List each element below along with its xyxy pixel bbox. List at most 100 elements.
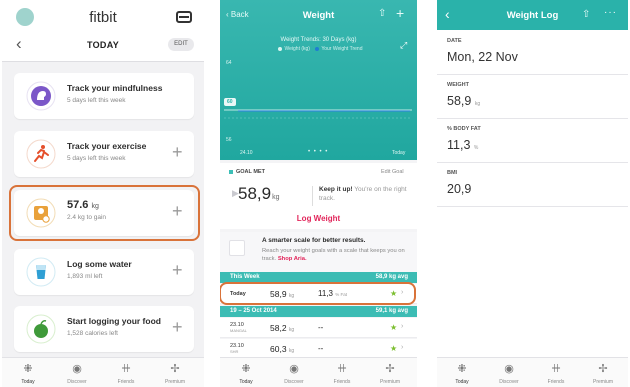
chart-title: Weight Trends: 30 Days (kg) <box>280 37 357 43</box>
field-label-bmi: BMI <box>447 170 458 176</box>
inbox-icon[interactable] <box>176 11 192 23</box>
divider <box>437 118 628 119</box>
tab-label: Discover <box>499 379 519 385</box>
goal-marker-label: 60 <box>227 99 233 105</box>
tab-discover[interactable]: ◉ Discover <box>57 362 97 385</box>
body-fat-field[interactable]: 11,3 % <box>447 138 478 152</box>
tab-friends[interactable]: ꔠ Friends <box>322 362 362 385</box>
tab-today[interactable]: ⁜ Today <box>226 362 266 385</box>
today-header: fitbit ‹ TODAY EDIT <box>2 0 204 62</box>
card-subtitle: 5 days left this week <box>67 97 126 104</box>
tab-discover[interactable]: ◉ Discover <box>274 362 314 385</box>
tab-today[interactable]: ⁜ Today <box>8 362 48 385</box>
card-food[interactable]: Start logging your food 1,528 calories l… <box>14 306 194 352</box>
tab-friends[interactable]: ꔠ Friends <box>106 362 146 385</box>
add-exercise-button[interactable]: + <box>172 142 183 162</box>
card-exercise[interactable]: Track your exercise 5 days left this wee… <box>14 131 194 177</box>
tab-label: Today <box>455 379 469 385</box>
shop-aria-link[interactable]: Shop Aria. <box>278 256 307 262</box>
section-average: 59,1 kg avg <box>375 308 408 314</box>
mindfulness-icon <box>26 81 56 111</box>
tab-label: Discover <box>284 379 304 385</box>
weight-screen: ‹ Back Weight ⇧ + Weight Trends: 30 Days… <box>220 0 417 387</box>
row-fat: -- <box>318 323 324 332</box>
friends-icon: ꔠ <box>337 363 347 375</box>
highlight-outline <box>220 282 416 305</box>
weight-field[interactable]: 58,9 kg <box>447 94 480 108</box>
exercise-icon <box>26 139 56 169</box>
weight-chart-header: ‹ Back Weight ⇧ + Weight Trends: 30 Days… <box>220 0 417 160</box>
tab-label: Premium <box>379 379 400 385</box>
x-label-start: 24.10 <box>240 150 253 156</box>
today-icon: ⁜ <box>457 363 467 375</box>
legend-label: Weight (kg) <box>284 46 310 52</box>
add-food-button[interactable]: + <box>172 317 183 337</box>
card-mindfulness[interactable]: Track your mindfulness 5 days left this … <box>14 73 194 119</box>
field-label-body-fat: % BODY FAT <box>447 126 481 132</box>
tab-bar: ⁜ Today ◉ Discover ꔠ Friends ✢ Premium <box>2 357 204 387</box>
card-subtitle: 5 days left this week <box>67 155 126 162</box>
share-icon[interactable]: ⇧ <box>582 9 590 20</box>
edit-button[interactable]: EDIT <box>168 38 194 51</box>
weight-log-row[interactable]: 23.10 SHR 60,3 kg -- ★ › <box>220 339 417 359</box>
date-field[interactable]: Mon, 22 Nov <box>447 50 518 64</box>
discover-icon: ◉ <box>72 363 82 375</box>
row-weight: 60,3 kg <box>270 344 295 354</box>
discover-icon: ◉ <box>289 363 299 375</box>
tab-label: Premium <box>592 379 613 385</box>
divider <box>437 74 628 75</box>
add-icon[interactable]: + <box>396 5 404 21</box>
premium-icon: ✢ <box>385 363 395 375</box>
row-date: 23.10 SHR <box>230 343 244 354</box>
tab-premium[interactable]: ✢ Premium <box>370 362 410 385</box>
share-icon[interactable]: ⇧ <box>378 8 386 19</box>
weight-log-screen: ‹ Weight Log ⇧ ··· DATE Mon, 22 Nov WEIG… <box>437 0 628 387</box>
card-subtitle: 1,893 ml left <box>67 273 103 280</box>
card-subtitle: 1,528 calories left <box>67 330 118 337</box>
y-tick-bottom: 56 <box>226 137 232 143</box>
tab-today[interactable]: ⁜ Today <box>442 362 482 385</box>
card-title: Track your exercise <box>67 141 147 151</box>
current-weight: 58,9kg <box>238 184 280 203</box>
divider <box>437 206 628 207</box>
friends-icon: ꔠ <box>121 363 131 375</box>
section-average: 58,9 kg avg <box>375 274 408 280</box>
tab-premium[interactable]: ✢ Premium <box>155 362 195 385</box>
chart-legend: Weight (kg) Your Weight Trend <box>220 46 417 52</box>
tab-friends[interactable]: ꔠ Friends <box>536 362 576 385</box>
food-icon <box>26 314 56 344</box>
discover-icon: ◉ <box>504 363 514 375</box>
expand-icon[interactable]: ⤢ <box>400 40 407 51</box>
weight-log-row[interactable]: 23.10 MANGAL 58,2 kg -- ★ › <box>220 318 417 338</box>
row-fat: -- <box>318 344 324 353</box>
log-weight-button[interactable]: Log Weight <box>220 214 417 223</box>
bmi-field: 20,9 <box>447 182 472 196</box>
more-icon[interactable]: ··· <box>604 7 617 18</box>
row-date: 23.10 MANGAL <box>230 322 247 333</box>
section-label: This Week <box>230 274 260 280</box>
star-icon: ★ <box>390 344 398 353</box>
add-water-button[interactable]: + <box>172 260 183 280</box>
chevron-right-icon: › <box>401 344 404 351</box>
tab-discover[interactable]: ◉ Discover <box>489 362 529 385</box>
chevron-right-icon: › <box>401 323 404 330</box>
trend-line-chart <box>224 98 412 119</box>
tab-premium[interactable]: ✢ Premium <box>583 362 623 385</box>
edit-goal-link[interactable]: Edit Goal <box>381 169 404 175</box>
row-weight: 58,2 kg <box>270 323 295 333</box>
tab-label: Today <box>21 379 35 385</box>
divider <box>437 162 628 163</box>
screenshot-composite: fitbit ‹ TODAY EDIT Track your mindfulne… <box>0 0 630 387</box>
page-title: Weight <box>302 10 335 21</box>
promo-description: Reach your weight goals with a scale tha… <box>262 248 405 262</box>
section-label: 19 – 25 Oct 2014 <box>230 308 277 314</box>
card-title: Log some water <box>67 259 132 269</box>
star-icon: ★ <box>390 323 398 332</box>
brand-logo: fitbit <box>89 9 117 26</box>
page-indicator: • • • • <box>308 149 329 155</box>
legend-label: Your Weight Trend <box>321 46 363 52</box>
card-water[interactable]: Log some water 1,893 ml left + <box>14 249 194 295</box>
x-label-end: Today <box>392 150 406 156</box>
tab-label: Discover <box>67 379 87 385</box>
water-icon <box>26 257 56 287</box>
